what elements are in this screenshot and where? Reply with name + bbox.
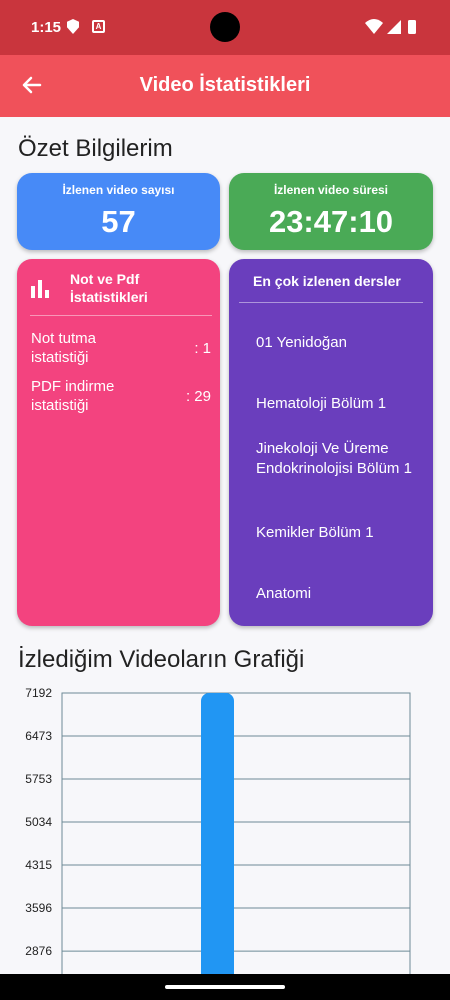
y-tick-label: 4315 bbox=[25, 858, 52, 872]
y-tick-label: 3596 bbox=[25, 901, 52, 915]
lesson-item[interactable]: Hematoloji Bölüm 1 bbox=[256, 394, 426, 414]
videos-bar-chart: 7192 6473 5753 5034 4315 3596 2876 bbox=[25, 686, 411, 974]
top-lessons-title: En çok izlenen dersler bbox=[253, 273, 401, 289]
watched-time-card: İzlenen video süresi 23:47:10 bbox=[229, 173, 433, 250]
plot-frame bbox=[61, 692, 411, 974]
bar-chart-icon bbox=[31, 280, 49, 298]
navigation-bar bbox=[0, 974, 450, 1000]
chart-bar[interactable] bbox=[201, 693, 234, 974]
pdf-stat-value: : 29 bbox=[185, 388, 211, 405]
notes-pdf-title: Not ve Pdf İstatistikleri bbox=[70, 271, 148, 305]
chart-title: İzlediğim Videoların Grafiği bbox=[18, 646, 305, 673]
notes-pdf-card: Not ve Pdf İstatistikleri Not tutma ista… bbox=[17, 259, 220, 626]
camera-cutout bbox=[210, 12, 240, 42]
top-lessons-card: En çok izlenen dersler 01 Yenidoğan Hema… bbox=[229, 259, 433, 626]
home-handle[interactable] bbox=[165, 985, 285, 989]
summary-title: Özet Bilgilerim bbox=[18, 135, 173, 162]
signal-icon bbox=[387, 20, 401, 34]
watched-time-value: 23:47:10 bbox=[268, 204, 394, 239]
y-tick-label: 5034 bbox=[25, 815, 52, 829]
a-notification-icon: A bbox=[92, 20, 105, 33]
y-tick-label: 5753 bbox=[25, 772, 52, 786]
pdf-stat-row: PDF indirme istatistiği : 29 bbox=[31, 377, 211, 415]
divider bbox=[239, 302, 423, 303]
page-title: Video İstatistikleri bbox=[139, 74, 311, 96]
y-tick-label: 2876 bbox=[25, 944, 52, 958]
lesson-item[interactable]: Kemikler Bölüm 1 bbox=[256, 523, 426, 543]
y-tick-label: 6473 bbox=[25, 729, 52, 743]
note-stat-row: Not tutma istatistiği : 1 bbox=[31, 329, 211, 367]
watched-count-value: 57 bbox=[101, 204, 136, 239]
pdf-stat-label: PDF indirme istatistiği bbox=[31, 378, 115, 414]
divider bbox=[30, 315, 212, 316]
note-stat-value: : 1 bbox=[194, 340, 211, 357]
lesson-item[interactable]: 01 Yenidoğan bbox=[256, 333, 426, 353]
watched-count-card: İzlenen video sayısı 57 bbox=[17, 173, 220, 250]
status-icons bbox=[365, 19, 416, 34]
status-bar: 1:15 A bbox=[0, 0, 450, 55]
battery-icon bbox=[408, 20, 416, 34]
app-bar: Video İstatistikleri bbox=[0, 55, 450, 117]
note-stat-label: Not tutma istatistiği bbox=[31, 330, 97, 366]
wifi-icon bbox=[365, 19, 383, 34]
shield-icon bbox=[67, 19, 79, 34]
y-tick-label: 7192 bbox=[25, 686, 52, 700]
lesson-item[interactable]: Anatomi bbox=[256, 584, 426, 604]
watched-time-label: İzlenen video süresi bbox=[273, 183, 389, 197]
watched-count-label: İzlenen video sayısı bbox=[62, 183, 175, 197]
lesson-item[interactable]: Jinekoloji Ve Üreme Endokrinolojisi Bölü… bbox=[256, 439, 426, 479]
status-time: 1:15 bbox=[31, 19, 62, 36]
